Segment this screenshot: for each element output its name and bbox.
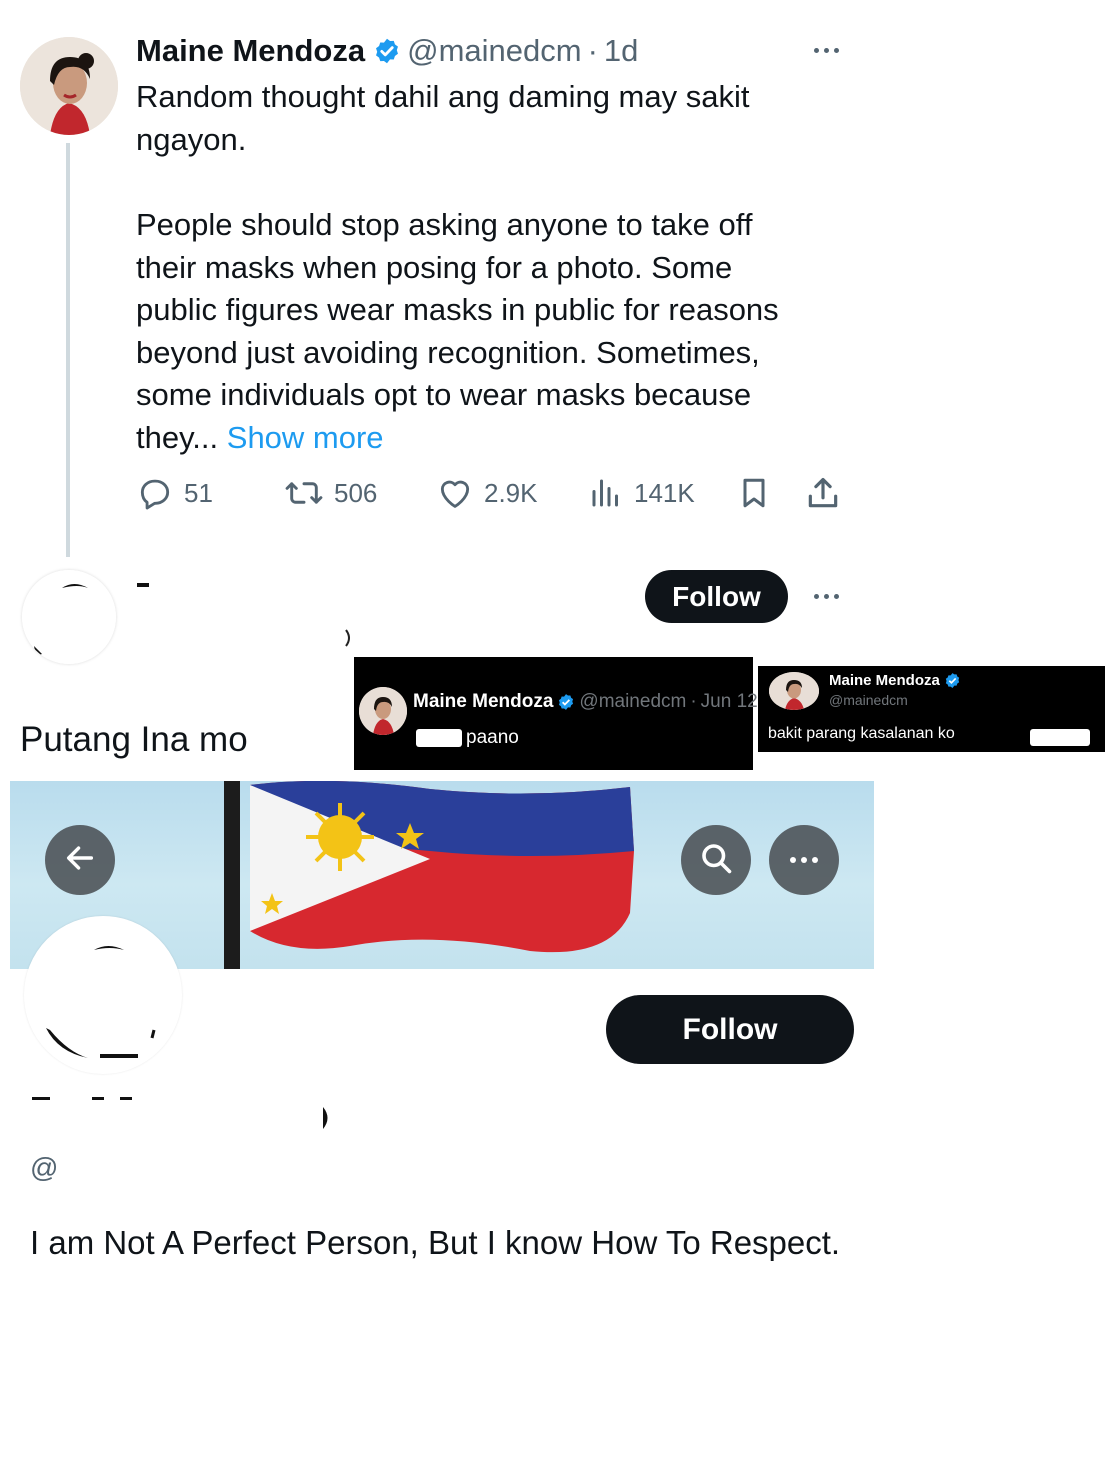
more-icon bbox=[790, 857, 818, 863]
tweet-actions-bar: 51 506 2.9K 141K bbox=[136, 470, 846, 516]
more-button[interactable] bbox=[769, 825, 839, 895]
reply-count: 51 bbox=[184, 477, 213, 508]
reply-icon bbox=[136, 474, 174, 512]
repost-button[interactable]: 506 bbox=[284, 470, 377, 516]
reply-avatar[interactable] bbox=[22, 570, 116, 664]
tweet-line-last: they... Show more bbox=[136, 417, 836, 460]
repost-icon bbox=[284, 474, 324, 512]
author-name[interactable]: Maine Mendoza bbox=[136, 33, 365, 69]
bookmark-icon bbox=[736, 474, 772, 512]
more-options-icon[interactable] bbox=[806, 584, 846, 608]
tweet-header: Maine Mendoza @mainedcm · 1d bbox=[136, 30, 638, 72]
bookmark-button[interactable] bbox=[736, 470, 772, 516]
author-avatar[interactable] bbox=[20, 37, 118, 135]
tweet-text: Random thought dahil ang daming may saki… bbox=[136, 76, 836, 459]
separator-dot: · bbox=[587, 33, 598, 68]
follow-button[interactable]: Follow bbox=[606, 995, 854, 1064]
tweet-line: People should stop asking anyone to take… bbox=[136, 207, 753, 242]
reply-text: Putang Ina mo bbox=[20, 720, 248, 759]
reply-button[interactable]: 51 bbox=[136, 470, 213, 516]
tweet-timestamp[interactable]: 1d bbox=[604, 33, 638, 69]
profile-handle: @ bbox=[30, 1152, 59, 1183]
share-button[interactable] bbox=[804, 470, 842, 516]
tweet-line: beyond just avoiding recognition. Someti… bbox=[136, 334, 760, 370]
inset-avatar bbox=[769, 672, 819, 710]
inset-date: Jun 12 bbox=[700, 691, 758, 712]
more-options-icon[interactable] bbox=[806, 38, 846, 62]
verified-badge-icon bbox=[373, 37, 401, 65]
blurred-name-fragment bbox=[322, 1106, 332, 1130]
blurred-name-fragment bbox=[137, 583, 149, 587]
search-button[interactable] bbox=[681, 825, 751, 895]
blurred-name-fragment bbox=[92, 1097, 104, 1100]
views-button[interactable]: 141K bbox=[588, 470, 695, 516]
like-count: 2.9K bbox=[484, 477, 538, 508]
share-icon bbox=[804, 474, 842, 512]
back-button[interactable] bbox=[45, 825, 115, 895]
verified-badge-icon bbox=[557, 693, 575, 711]
profile-bio: I am Not A Perfect Person, But I know Ho… bbox=[30, 1224, 841, 1261]
analytics-icon bbox=[588, 474, 624, 512]
show-more-link[interactable]: Show more bbox=[227, 420, 384, 455]
tweet-line: Random thought dahil ang daming may saki… bbox=[136, 79, 750, 114]
redaction-box bbox=[416, 729, 462, 747]
separator-dot: · bbox=[690, 691, 697, 712]
profile-avatar[interactable] bbox=[24, 916, 182, 1074]
heart-icon bbox=[436, 474, 474, 512]
blurred-handle-fragment bbox=[344, 628, 354, 648]
inset-text: paano bbox=[466, 727, 519, 748]
blurred-name-fragment bbox=[120, 1097, 132, 1100]
like-button[interactable]: 2.9K bbox=[436, 470, 538, 516]
tweet-line: some individuals opt to wear masks becau… bbox=[136, 377, 752, 412]
tweet-line: their masks when posing for a photo. Som… bbox=[136, 249, 733, 285]
truncated-text: they... bbox=[136, 419, 219, 455]
tweet-line: ngayon. bbox=[136, 121, 247, 157]
inset-text: bakit parang kasalanan ko bbox=[768, 725, 955, 742]
screenshot-inset-reply: Maine Mendoza @mainedcm · Jun 12 paano bbox=[354, 657, 758, 770]
back-arrow-icon bbox=[63, 841, 97, 880]
inset-avatar bbox=[359, 687, 407, 735]
thread-connector-line bbox=[66, 143, 70, 557]
blurred-name-fragment bbox=[32, 1097, 50, 1100]
verified-badge-icon bbox=[944, 672, 961, 689]
inset-author-name: Maine Mendoza bbox=[413, 691, 554, 712]
author-handle[interactable]: @mainedcm bbox=[407, 33, 581, 69]
repost-count: 506 bbox=[334, 477, 378, 508]
search-icon bbox=[698, 840, 734, 881]
inset-handle: @mainedcm bbox=[829, 692, 908, 708]
inset-handle: @mainedcm bbox=[579, 691, 687, 712]
inset-author-name: Maine Mendoza bbox=[829, 672, 940, 689]
redaction-box bbox=[1030, 729, 1090, 746]
tweet-line: public figures wear masks in public for … bbox=[136, 292, 779, 327]
screenshot-inset-tweet: Maine Mendoza @mainedcm bakit parang kas… bbox=[758, 666, 1105, 752]
view-count: 141K bbox=[634, 477, 695, 508]
follow-button[interactable]: Follow bbox=[645, 570, 788, 623]
